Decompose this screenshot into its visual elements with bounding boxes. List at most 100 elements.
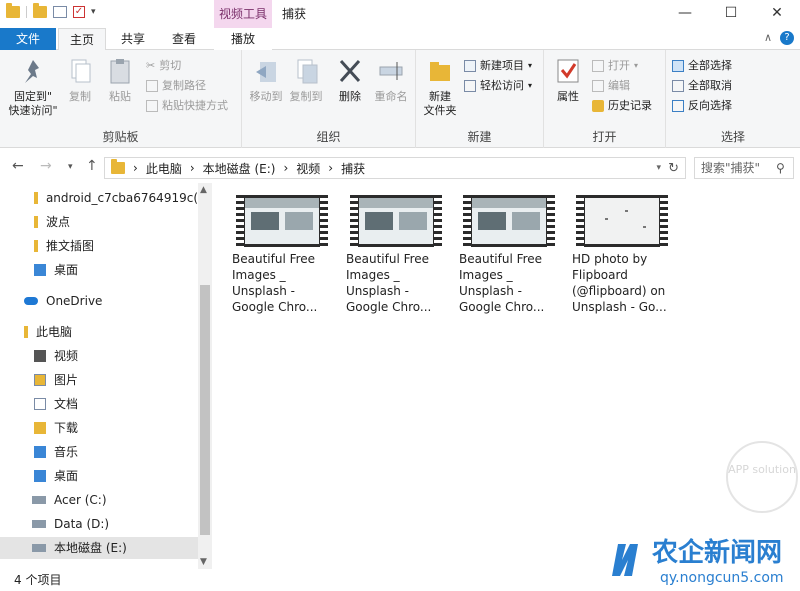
paste-shortcut-button[interactable]: 粘贴快捷方式: [146, 98, 228, 114]
nav-item-android-folder[interactable]: android_c7cba6764919c(: [0, 187, 198, 209]
scroll-up-icon[interactable]: ▲: [200, 185, 207, 195]
file-name-line: Images _: [459, 268, 513, 282]
nav-item-label: android_c7cba6764919c(: [45, 191, 198, 205]
pin-quick-access-button[interactable]: 固定到" 快速访问": [4, 56, 62, 118]
video-thumbnail: [236, 195, 328, 247]
select-none-button[interactable]: 全部取消: [672, 78, 732, 94]
nav-item-documents[interactable]: 文档: [0, 393, 198, 415]
refresh-icon[interactable]: ↻: [668, 161, 679, 176]
ribbon-tabs: 文件 主页 共享 查看 播放 ∧ ?: [0, 28, 800, 51]
address-dropdown-icon[interactable]: ▾: [656, 163, 661, 173]
nav-item-music[interactable]: 音乐: [0, 441, 198, 463]
cut-button[interactable]: ✂ 剪切: [146, 58, 181, 74]
select-none-icon: [672, 80, 684, 92]
drive-icon: [32, 544, 46, 552]
drive-icon: [32, 496, 46, 504]
new-folder-label-line2: 文件夹: [423, 104, 457, 117]
help-icon[interactable]: ?: [780, 31, 794, 45]
video-tools-context-tab[interactable]: 视频工具: [214, 0, 272, 28]
nav-item-drive-e[interactable]: 本地磁盘 (E:): [0, 537, 198, 559]
move-to-icon: [252, 56, 280, 86]
address-bar[interactable]: › 此电脑 › 本地磁盘 (E:) › 视频 › 捕获 ▾ ↻: [104, 157, 686, 179]
select-none-label: 全部取消: [688, 79, 732, 92]
nav-item-desktop[interactable]: 桌面: [0, 465, 198, 487]
file-item[interactable]: Beautiful Free Images _ Unsplash - Googl…: [459, 195, 559, 315]
breadcrumb-separator[interactable]: ›: [328, 161, 333, 175]
nav-item-desktop-quick[interactable]: 桌面: [0, 259, 198, 281]
nav-item-label: 桌面: [54, 469, 79, 483]
edit-button[interactable]: 编辑: [592, 78, 630, 94]
file-name-line: Google Chro...: [346, 300, 432, 314]
move-to-button[interactable]: 移动到: [246, 56, 286, 104]
new-item-button[interactable]: 新建项目 ▾: [464, 58, 532, 74]
nav-item-drive-c[interactable]: Acer (C:): [0, 489, 198, 511]
tab-view[interactable]: 查看: [160, 28, 208, 50]
forward-button[interactable]: →: [40, 158, 52, 174]
nav-item-label: 视频: [54, 349, 79, 363]
delete-button[interactable]: 删除: [332, 56, 368, 104]
breadcrumb-captures[interactable]: 捕获: [341, 160, 365, 177]
file-name: HD photo by Flipboard (@flipboard) on Un…: [572, 251, 672, 315]
checkbox-icon[interactable]: ✓: [73, 6, 85, 18]
nav-item-tuiwen[interactable]: 推文插图: [0, 235, 198, 257]
invert-selection-button[interactable]: 反向选择: [672, 98, 732, 114]
breadcrumb-local-disk-e[interactable]: 本地磁盘 (E:): [203, 160, 276, 177]
tab-play[interactable]: 播放: [214, 28, 272, 50]
nav-item-label: 文档: [54, 397, 79, 411]
copy-button[interactable]: 复制: [62, 56, 98, 104]
properties-icon[interactable]: [53, 6, 67, 18]
rename-button[interactable]: 重命名: [370, 56, 412, 104]
up-button[interactable]: ↑: [86, 158, 98, 174]
downloads-folder-icon: [34, 422, 46, 434]
copy-path-icon: [146, 80, 158, 92]
customize-dropdown-icon[interactable]: ▾: [91, 7, 96, 17]
file-name-line: Unsplash -: [346, 284, 409, 298]
history-button[interactable]: 历史记录: [592, 98, 652, 114]
nav-item-pictures[interactable]: 图片: [0, 369, 198, 391]
paste-button[interactable]: 粘贴: [100, 56, 140, 104]
maximize-button[interactable]: ☐: [708, 0, 754, 28]
nav-item-videos[interactable]: 视频: [0, 345, 198, 367]
tab-share[interactable]: 共享: [110, 28, 156, 50]
file-list: Beautiful Free Images _ Unsplash - Googl…: [212, 183, 800, 569]
folder-icon: [111, 159, 125, 174]
folder-icon[interactable]: [33, 3, 47, 18]
nav-item-drive-d[interactable]: Data (D:): [0, 513, 198, 535]
open-button[interactable]: 打开 ▾: [592, 58, 638, 74]
nav-item-onedrive[interactable]: OneDrive: [0, 290, 198, 312]
new-folder-button[interactable]: 新建 文件夹: [420, 56, 460, 118]
nav-item-downloads[interactable]: 下载: [0, 417, 198, 439]
breadcrumb-separator[interactable]: ›: [283, 161, 288, 175]
breadcrumb-videos[interactable]: 视频: [296, 160, 320, 177]
copy-path-button[interactable]: 复制路径: [146, 78, 206, 94]
copy-to-button[interactable]: 复制到: [286, 56, 326, 104]
nav-scrollbar-thumb[interactable]: [200, 285, 210, 535]
tab-home[interactable]: 主页: [58, 28, 106, 51]
paste-shortcut-icon: [146, 100, 158, 112]
site-name: 农企新闻网: [652, 538, 783, 568]
copy-path-label: 复制路径: [162, 79, 206, 92]
nav-item-this-pc[interactable]: 此电脑: [0, 321, 198, 343]
tab-file[interactable]: 文件: [0, 28, 56, 50]
file-item[interactable]: HD photo by Flipboard (@flipboard) on Un…: [572, 195, 672, 315]
breadcrumb-separator[interactable]: ›: [133, 161, 138, 175]
file-item[interactable]: Beautiful Free Images _ Unsplash - Googl…: [232, 195, 332, 315]
minimize-button[interactable]: —: [662, 0, 708, 28]
back-button[interactable]: ←: [12, 158, 24, 174]
pin-label-line2: 快速访问": [8, 104, 58, 117]
recent-locations-icon[interactable]: ▾: [68, 162, 73, 172]
collapse-ribbon-icon[interactable]: ∧: [764, 31, 772, 44]
select-all-button[interactable]: 全部选择: [672, 58, 732, 74]
paste-label: 粘贴: [109, 90, 131, 103]
properties-button[interactable]: 属性: [548, 56, 588, 104]
site-watermark: 农企新闻网 qy.nongcun5.com: [608, 536, 800, 591]
file-item[interactable]: Beautiful Free Images _ Unsplash - Googl…: [346, 195, 446, 315]
close-button[interactable]: ✕: [754, 0, 800, 28]
breadcrumb-separator[interactable]: ›: [190, 161, 195, 175]
breadcrumb-this-pc[interactable]: 此电脑: [146, 160, 182, 177]
nav-item-bodian[interactable]: 波点: [0, 211, 198, 233]
easy-access-button[interactable]: 轻松访问 ▾: [464, 78, 532, 94]
copy-label: 复制: [69, 90, 91, 103]
folder-icon: [34, 216, 38, 228]
scroll-down-icon[interactable]: ▼: [200, 557, 207, 567]
